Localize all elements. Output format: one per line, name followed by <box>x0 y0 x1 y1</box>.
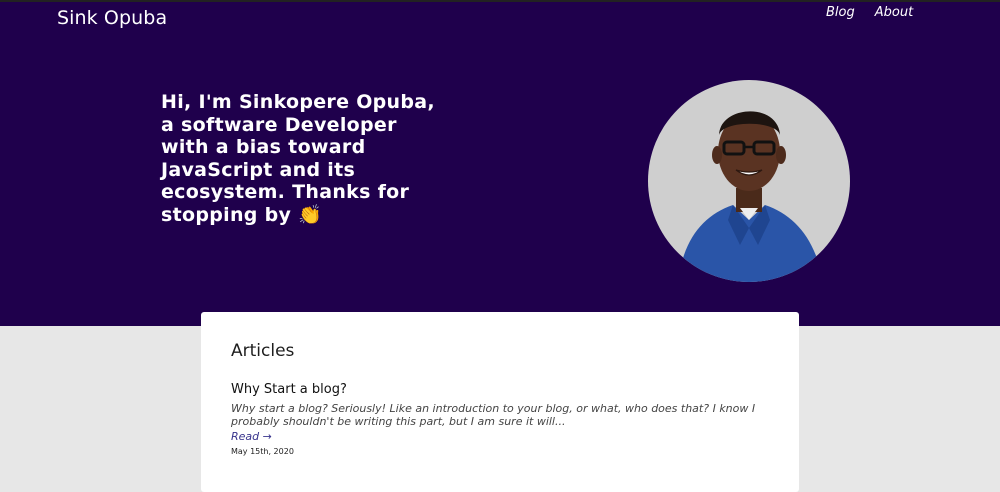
nav-link-blog[interactable]: Blog <box>826 5 855 20</box>
articles-heading: Articles <box>231 341 295 361</box>
article-excerpt: Why start a blog? Seriously! Like an int… <box>231 402 756 428</box>
article-date: May 15th, 2020 <box>231 447 294 456</box>
clapping-hands-icon: 👏 <box>298 203 323 226</box>
intro-line: with a bias toward <box>161 136 366 158</box>
intro-text: Hi, I'm Sinkopere Opuba, a software Deve… <box>161 91 441 226</box>
intro-line: Hi, I'm Sinkopere Opuba, <box>161 91 435 113</box>
read-more-link[interactable]: Read → <box>231 430 272 443</box>
profile-photo-icon <box>648 80 850 282</box>
intro-line-text: stopping by <box>161 203 292 226</box>
intro-line: JavaScript and its <box>161 158 356 181</box>
intro-line: ecosystem. Thanks for <box>161 181 410 203</box>
profile-photo-avatar <box>648 80 850 282</box>
hero-section: Sink Opuba Blog About Hi, I'm Sinkopere … <box>0 2 1000 326</box>
intro-line: stopping by 👏 <box>161 204 441 227</box>
intro-line: a software Developer <box>161 113 397 136</box>
site-logo[interactable]: Sink Opuba <box>57 7 167 29</box>
articles-card: Articles Why Start a blog? Why start a b… <box>201 312 799 492</box>
article-title[interactable]: Why Start a blog? <box>231 382 347 397</box>
main-nav: Blog About <box>826 5 913 20</box>
nav-link-about[interactable]: About <box>875 5 913 20</box>
